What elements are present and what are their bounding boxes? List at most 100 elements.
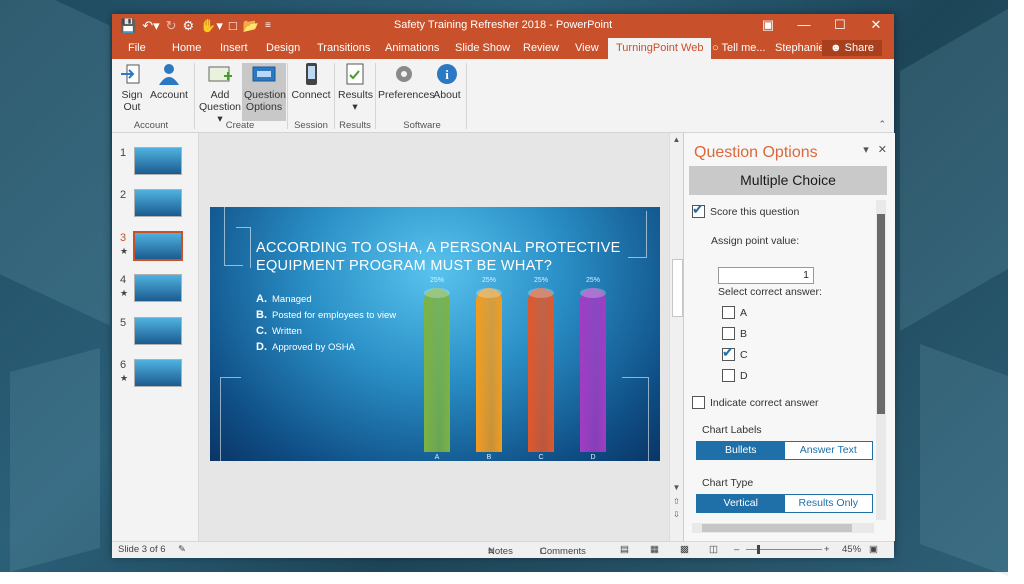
tab-transitions[interactable]: Transitions bbox=[317, 42, 370, 54]
answer-text-option[interactable]: Answer Text bbox=[784, 442, 872, 459]
chart-value-label: 25% bbox=[533, 277, 548, 284]
lightbulb-icon: ○ bbox=[712, 42, 722, 54]
group-session: Session bbox=[294, 120, 328, 131]
title-bar: 💾 ↶▾ ↻ ⚙ ✋▾ □ 📂 ≡ Safety Training Refres… bbox=[112, 14, 894, 38]
zoom-in-icon[interactable]: + bbox=[824, 544, 830, 555]
scroll-up-icon[interactable]: ▲ bbox=[670, 135, 683, 144]
chart-category-label: D bbox=[590, 454, 596, 461]
tab-home[interactable]: Home bbox=[172, 42, 201, 54]
answer-label: B bbox=[740, 327, 748, 340]
phone-icon bbox=[298, 63, 324, 85]
pane-scrollbar[interactable] bbox=[876, 200, 886, 520]
chart-bar-a bbox=[424, 288, 450, 452]
zoom-slider-handle[interactable] bbox=[757, 545, 760, 554]
pane-title: Question Options bbox=[694, 144, 818, 161]
notes-label: Notes bbox=[488, 546, 513, 557]
add-question-icon bbox=[207, 63, 233, 85]
tab-turningpoint-web[interactable]: TurningPoint Web bbox=[608, 38, 712, 59]
chart-value-label: 25% bbox=[481, 277, 496, 284]
tab-view[interactable]: View bbox=[575, 42, 599, 54]
tab-design[interactable]: Design bbox=[266, 42, 300, 54]
zoom-level[interactable]: 45% bbox=[842, 544, 861, 555]
maximize-icon[interactable]: ☐ bbox=[822, 14, 858, 36]
slide-number: 4 bbox=[120, 274, 127, 286]
account-button[interactable]: Account bbox=[149, 63, 189, 101]
answer-checkbox-a[interactable]: A bbox=[722, 306, 747, 319]
chart-bar-d bbox=[580, 288, 606, 452]
slide-scrollbar[interactable]: ▲ ▼ ⇧ ⇩ bbox=[669, 133, 683, 541]
pane-close-icon[interactable]: ✕ bbox=[878, 144, 887, 156]
vertical-option[interactable]: Vertical bbox=[697, 495, 785, 512]
next-slide-icon[interactable]: ⇩ bbox=[670, 510, 683, 519]
current-slide[interactable]: ACCORDING TO OSHA, A PERSONAL PROTECTIVE… bbox=[210, 207, 660, 461]
results-chart: 25% A 25% B 25% C 25% D bbox=[210, 207, 660, 461]
fit-to-window-icon[interactable]: ▣ bbox=[869, 544, 878, 555]
slideshow-icon[interactable]: ◫ bbox=[709, 544, 718, 555]
chart-labels-toggle: Bullets Answer Text bbox=[696, 441, 873, 460]
preferences-button[interactable]: Preferences bbox=[378, 63, 435, 101]
slide-sorter-icon[interactable]: ▦ bbox=[650, 544, 659, 555]
tab-slide-show[interactable]: Slide Show bbox=[455, 42, 510, 54]
share-button[interactable]: ☻ Share bbox=[822, 40, 882, 56]
question-type-header[interactable]: Multiple Choice bbox=[689, 166, 887, 195]
minimize-icon[interactable]: — bbox=[786, 14, 822, 36]
normal-view-icon[interactable]: ▤ bbox=[620, 544, 629, 555]
bullets-option[interactable]: Bullets bbox=[697, 442, 785, 459]
collapse-ribbon-icon[interactable]: ⌃ bbox=[878, 119, 886, 130]
chart-value-label: 25% bbox=[429, 277, 444, 284]
tab-animations[interactable]: Animations bbox=[385, 42, 439, 54]
results-label: Results ▾ bbox=[338, 89, 374, 113]
answer-checkbox-c[interactable]: C bbox=[722, 344, 748, 361]
point-value-label: Assign point value: bbox=[711, 235, 800, 247]
answer-checkbox-d[interactable]: D bbox=[722, 369, 748, 382]
svg-text:i: i bbox=[445, 67, 449, 82]
chart-value-label: 25% bbox=[585, 277, 600, 284]
pane-hscroll-thumb[interactable] bbox=[702, 524, 852, 532]
group-create: Create bbox=[225, 120, 255, 131]
slide-number: 5 bbox=[120, 317, 127, 329]
window-controls: ▣ — ☐ ✕ bbox=[750, 14, 894, 36]
results-button[interactable]: Results ▾ bbox=[338, 63, 374, 113]
slide-preview bbox=[134, 274, 182, 302]
checkbox-unchecked bbox=[692, 396, 705, 409]
add-question-button[interactable]: Add Question ▾ bbox=[198, 63, 242, 125]
answer-checkbox-b[interactable]: B bbox=[722, 327, 747, 340]
about-button[interactable]: i About bbox=[432, 63, 462, 101]
reading-view-icon[interactable]: ▩ bbox=[680, 544, 689, 555]
tab-review[interactable]: Review bbox=[523, 42, 559, 54]
slide-preview bbox=[134, 147, 182, 175]
results-icon bbox=[342, 63, 368, 85]
tell-me-label: Tell me... bbox=[721, 42, 766, 54]
tell-me-box[interactable]: ○ Tell me... bbox=[712, 42, 766, 54]
pane-horizontal-scrollbar[interactable] bbox=[692, 523, 874, 533]
indicate-correct-label: Indicate correct answer bbox=[710, 396, 819, 409]
scrollbar-thumb[interactable] bbox=[672, 259, 683, 317]
point-value-input[interactable]: 1 bbox=[718, 267, 814, 284]
group-separator bbox=[334, 63, 335, 129]
slide-number: 1 bbox=[120, 147, 127, 159]
ribbon-display-icon[interactable]: ▣ bbox=[750, 14, 786, 36]
chart-type-title: Chart Type bbox=[702, 477, 754, 489]
slide-counter: Slide 3 of 6 bbox=[118, 544, 166, 555]
sign-out-button[interactable]: Sign Out bbox=[118, 63, 146, 113]
about-label: About bbox=[433, 89, 461, 101]
score-question-label: Score this question bbox=[710, 205, 800, 218]
zoom-out-icon[interactable]: – bbox=[734, 544, 739, 555]
pane-menu-icon[interactable]: ▾ bbox=[863, 144, 869, 156]
comments-label: Comments bbox=[540, 546, 586, 557]
connect-button[interactable]: Connect bbox=[291, 63, 331, 101]
scroll-down-icon[interactable]: ▼ bbox=[670, 483, 683, 492]
tab-insert[interactable]: Insert bbox=[220, 42, 248, 54]
question-options-button[interactable]: Question Options bbox=[242, 63, 286, 121]
tab-file[interactable]: File bbox=[128, 42, 146, 54]
results-only-option[interactable]: Results Only bbox=[784, 495, 872, 512]
indicate-correct-checkbox[interactable]: Indicate correct answer bbox=[692, 396, 819, 409]
answer-label: A bbox=[740, 306, 748, 319]
checkbox-unchecked bbox=[722, 327, 735, 340]
pane-scrollbar-thumb[interactable] bbox=[877, 214, 885, 414]
spell-check-icon[interactable]: ✎ bbox=[178, 544, 186, 555]
ribbon-tabs: File Home Insert Design Transitions Anim… bbox=[112, 38, 894, 59]
score-question-checkbox[interactable]: Score this question bbox=[692, 201, 800, 218]
close-icon[interactable]: ✕ bbox=[858, 14, 894, 36]
previous-slide-icon[interactable]: ⇧ bbox=[670, 497, 683, 506]
